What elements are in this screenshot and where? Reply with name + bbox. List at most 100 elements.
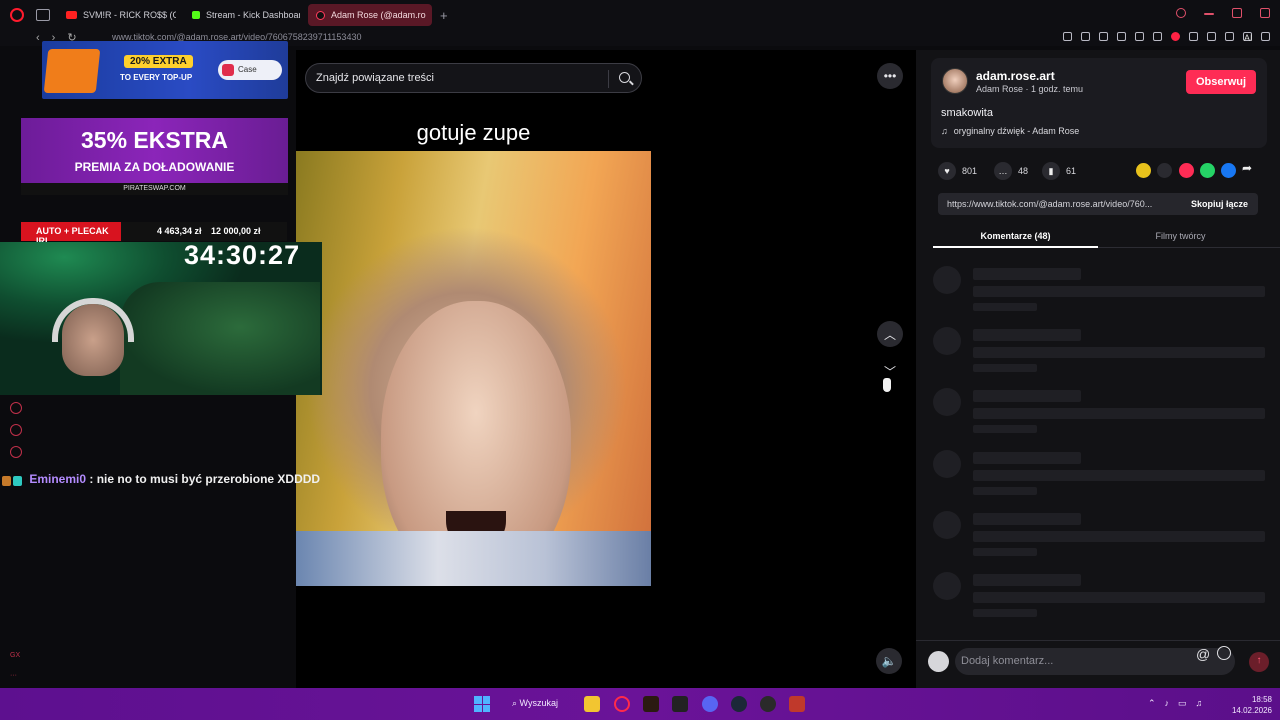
shield-icon[interactable]: [1099, 32, 1108, 41]
author-username[interactable]: adam.rose.art: [976, 69, 1055, 83]
tab-label: Adam Rose (@adam.ro: [331, 10, 426, 20]
translate-icon[interactable]: [1117, 32, 1126, 41]
gx-icon[interactable]: GX: [10, 652, 20, 659]
search-input[interactable]: Znajdź powiązane treści: [316, 72, 434, 84]
taskbar-search[interactable]: ⌕ Wyszukaj: [512, 698, 558, 709]
tab-kick-dashboard[interactable]: Stream - Kick Dashboard: [184, 4, 300, 26]
app-icon[interactable]: [789, 696, 805, 712]
video-shirt: [296, 531, 651, 586]
more-icon[interactable]: ···: [10, 672, 17, 679]
menu-icon[interactable]: [1261, 32, 1270, 41]
download-icon[interactable]: [1225, 32, 1234, 41]
clock-time: 18:58: [1251, 695, 1272, 704]
sponsor-banner-case: 20% EXTRA TO EVERY TOP-UP Case: [42, 41, 288, 99]
comment-composer: Dodaj komentarz... @ ↑: [916, 640, 1280, 688]
close-button[interactable]: [1260, 8, 1270, 18]
heart-icon[interactable]: [1153, 32, 1162, 41]
new-tab-button[interactable]: +: [440, 8, 448, 23]
tab-creator-videos[interactable]: Filmy twórcy: [1098, 228, 1263, 241]
wallet-icon[interactable]: [1207, 32, 1216, 41]
save-button[interactable]: ▮ 61: [1042, 162, 1076, 180]
share-arrow-icon[interactable]: ➦: [1242, 161, 1257, 176]
kick-icon: [192, 11, 200, 19]
volume-icon[interactable]: 🔈: [876, 648, 902, 674]
youtube-icon: [66, 11, 77, 19]
obs-icon[interactable]: [760, 696, 776, 712]
sound-label: oryginalny dźwięk - Adam Rose: [953, 126, 1080, 136]
sound-link[interactable]: ♫ oryginalny dźwięk - Adam Rose: [941, 126, 1079, 136]
file-explorer-icon[interactable]: [584, 696, 600, 712]
browser-tab-strip: SVM!R - RICK RO$$ (Offic Stream - Kick D…: [0, 0, 1280, 30]
pin-icon[interactable]: [1063, 32, 1072, 41]
search-tabs-icon[interactable]: [1176, 8, 1186, 18]
save-count: 61: [1066, 166, 1077, 176]
video-player[interactable]: [296, 151, 651, 586]
comment-count: 48: [1018, 166, 1029, 176]
comment-skeleton: [933, 450, 1267, 498]
tab-label: SVM!R - RICK RO$$ (Offic: [83, 10, 176, 20]
opera-logo-icon[interactable]: [10, 8, 24, 22]
app-icon[interactable]: [643, 696, 659, 712]
video-link-url[interactable]: https://www.tiktok.com/@adam.rose.art/vi…: [947, 199, 1177, 209]
promo-site: PIRATESWAP.COM: [21, 183, 288, 195]
user-avatar: [928, 651, 949, 672]
mouse-pointer: [883, 378, 891, 392]
chat-username: Eminemi0: [29, 472, 87, 486]
engagement-bar: ♥ 801 … 48 ▮ 61 ➦: [938, 161, 1260, 180]
opera-button-icon[interactable]: [1171, 32, 1180, 41]
follow-button[interactable]: Obserwuj: [1186, 70, 1256, 94]
comment-placeholder: Dodaj komentarz...: [961, 655, 1054, 667]
related-search[interactable]: Znajdź powiązane treści: [305, 63, 642, 93]
history-icon[interactable]: [10, 402, 22, 414]
chat-message: Eminemi0 : nie no to musi być przerobion…: [2, 472, 320, 486]
panel-tabs: Komentarze (48) Filmy twórcy: [933, 228, 1280, 248]
copy-link-button[interactable]: Skopiuj łącze: [1191, 199, 1248, 209]
sponsor-banner-pirateswap: 35% EKSTRA PREMIA ZA DOŁADOWANIE PIRATES…: [21, 118, 288, 195]
bookmark-icon: ▮: [1042, 162, 1060, 180]
minimize-button[interactable]: [1204, 13, 1214, 15]
embed-icon[interactable]: [1157, 163, 1172, 178]
comment-skeleton: [933, 327, 1267, 375]
epic-games-icon[interactable]: [672, 696, 688, 712]
windows-start-icon[interactable]: [474, 696, 490, 712]
comment-skeleton: [933, 388, 1267, 436]
comment-skeleton: [933, 572, 1267, 620]
like-button[interactable]: ♥ 801: [938, 162, 977, 180]
comment-input[interactable]: Dodaj komentarz...: [955, 648, 1235, 675]
facebook-icon[interactable]: [1221, 163, 1236, 178]
steam-icon[interactable]: [731, 696, 747, 712]
taskbar-clock[interactable]: 18:58 14.02.2026: [1226, 694, 1272, 716]
video-link-box: https://www.tiktok.com/@adam.rose.art/vi…: [938, 193, 1258, 215]
pinboard-icon[interactable]: [10, 424, 22, 436]
discord-icon[interactable]: [702, 696, 718, 712]
whatsapp-icon[interactable]: [1200, 163, 1215, 178]
mention-icon[interactable]: @: [1196, 646, 1210, 662]
repost-icon[interactable]: [1136, 163, 1151, 178]
settings-icon[interactable]: [10, 446, 22, 458]
search-divider: [608, 70, 609, 88]
extensions-icon[interactable]: [1189, 32, 1198, 41]
toolbar-icons: AI: [1063, 30, 1270, 43]
stream-timer: 34:30:27: [184, 240, 301, 270]
chat-text: : nie no to musi być przerobione XDDDD: [89, 472, 321, 486]
avatar[interactable]: [942, 68, 968, 94]
headphones-icon: [52, 298, 134, 342]
aria-ai-button[interactable]: AI: [1243, 32, 1253, 43]
previous-video-chevron-up-icon[interactable]: ︿: [877, 321, 903, 347]
send-icon[interactable]: [1179, 163, 1194, 178]
clock-date: 14.02.2026: [1231, 706, 1272, 715]
maximize-button[interactable]: [1232, 8, 1242, 18]
opera-gx-icon[interactable]: [614, 696, 630, 712]
snapshot-icon[interactable]: [1081, 32, 1090, 41]
tab-comments[interactable]: Komentarze (48): [933, 228, 1098, 248]
tab-youtube[interactable]: SVM!R - RICK RO$$ (Offic: [58, 4, 176, 26]
play-icon[interactable]: [1135, 32, 1144, 41]
emoji-icon[interactable]: [1217, 646, 1231, 660]
more-options-icon[interactable]: •••: [877, 63, 903, 89]
tab-tiktok[interactable]: Adam Rose (@adam.ro: [308, 4, 432, 26]
tab-islands-icon[interactable]: [36, 9, 50, 21]
send-comment-button[interactable]: ↑: [1249, 652, 1269, 672]
comment-button[interactable]: … 48: [994, 162, 1028, 180]
search-icon[interactable]: [619, 72, 630, 83]
system-tray[interactable]: ⌃♪▭♫: [1148, 698, 1211, 709]
